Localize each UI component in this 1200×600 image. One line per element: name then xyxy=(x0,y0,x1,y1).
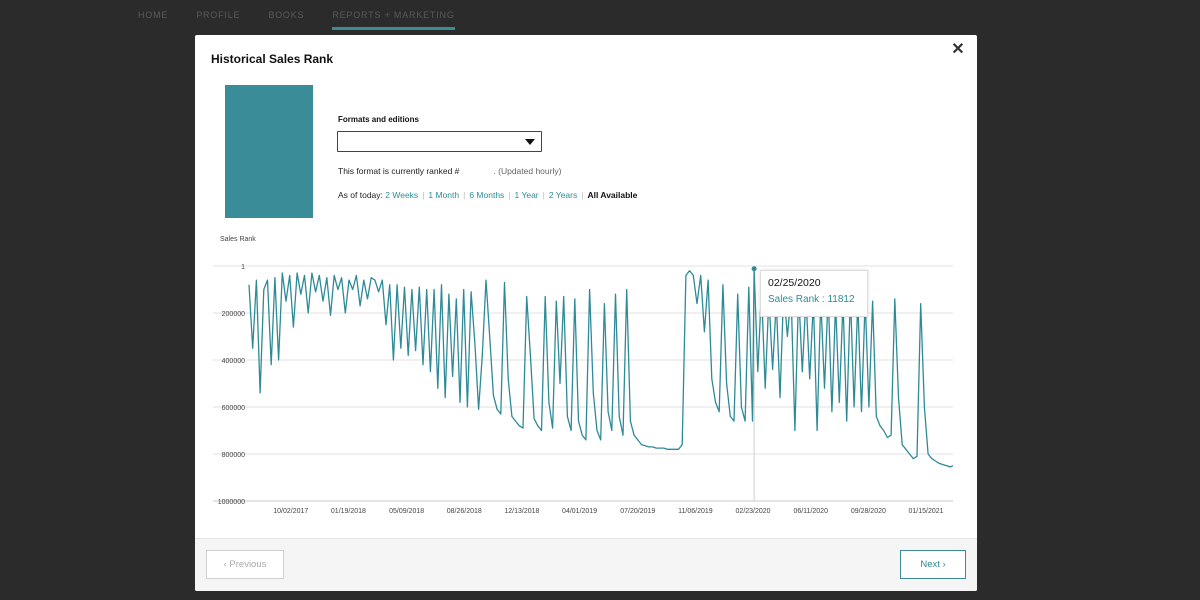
x-tick-label: 06/11/2020 xyxy=(793,508,828,515)
modal-footer: ‹ Previous Next › xyxy=(195,538,977,591)
x-tick-label: 12/13/2018 xyxy=(504,508,539,515)
x-tick-label: 01/19/2018 xyxy=(331,508,366,515)
book-cover xyxy=(225,85,313,218)
nav-reports-marketing[interactable]: REPORTS + MARKETING xyxy=(332,10,455,30)
close-icon[interactable]: ✕ xyxy=(949,41,967,59)
range-divider: | xyxy=(422,190,425,200)
range-divider: | xyxy=(463,190,466,200)
nav-home[interactable]: HOME xyxy=(138,10,168,30)
range-2-weeks[interactable]: 2 Weeks xyxy=(385,190,418,200)
range-all-available[interactable]: All Available xyxy=(587,190,637,200)
highlight-point xyxy=(751,266,757,272)
nav-profile[interactable]: PROFILE xyxy=(196,10,240,30)
format-select[interactable] xyxy=(337,131,542,152)
tooltip-date: 02/25/2020 xyxy=(768,277,821,289)
x-tick-label: 10/02/2017 xyxy=(273,508,308,515)
rank-suffix: . (Updated hourly) xyxy=(493,166,562,176)
x-tick-label: 02/23/2020 xyxy=(736,508,771,515)
top-navigation: HOME PROFILE BOOKS REPORTS + MARKETING xyxy=(138,10,455,30)
modal-title: Historical Sales Rank xyxy=(211,52,334,66)
y-tick-label: 1000000 xyxy=(218,499,245,506)
range-divider: | xyxy=(581,190,584,200)
y-tick-label: 1 xyxy=(241,264,245,271)
range-divider: | xyxy=(508,190,511,200)
as-of-label: As of today: xyxy=(338,190,383,200)
x-tick-label: 05/09/2018 xyxy=(389,508,424,515)
nav-books[interactable]: BOOKS xyxy=(268,10,304,30)
range-6-months[interactable]: 6 Months xyxy=(469,190,504,200)
x-tick-label: 01/15/2021 xyxy=(909,508,944,515)
y-axis-label: Sales Rank xyxy=(220,236,256,243)
y-tick-label: 200000 xyxy=(222,311,245,318)
next-button[interactable]: Next › xyxy=(900,550,966,579)
x-tick-label: 11/06/2019 xyxy=(678,508,713,515)
sales-rank-modal: Historical Sales Rank ✕ Formats and edit… xyxy=(195,35,977,591)
y-tick-label: 400000 xyxy=(222,358,245,365)
y-tick-label: 600000 xyxy=(222,405,245,412)
tooltip-rank: Sales Rank : 11812 xyxy=(768,294,855,305)
chevron-down-icon xyxy=(525,139,535,145)
previous-button[interactable]: ‹ Previous xyxy=(206,550,284,579)
rank-prefix: This format is currently ranked # xyxy=(338,166,460,176)
range-selector: As of today: 2 Weeks | 1 Month | 6 Months | 1 … xyxy=(338,190,637,200)
x-tick-label: 07/20/2019 xyxy=(620,508,655,515)
range-1-year[interactable]: 1 Year xyxy=(515,190,539,200)
sales-rank-chart[interactable]: Sales Rank 1 200000 400000 600000 800000 10000… xyxy=(195,230,977,530)
x-tick-label: 04/01/2019 xyxy=(562,508,597,515)
y-tick-label: 800000 xyxy=(222,452,245,459)
chart-tooltip: 02/25/2020 Sales Rank : 11812 xyxy=(760,270,868,317)
formats-label: Formats and editions xyxy=(338,115,419,124)
x-tick-label: 09/28/2020 xyxy=(851,508,886,515)
range-1-month[interactable]: 1 Month xyxy=(428,190,459,200)
range-2-years[interactable]: 2 Years xyxy=(549,190,577,200)
range-divider: | xyxy=(542,190,545,200)
x-tick-label: 08/26/2018 xyxy=(447,508,482,515)
current-rank-line: This format is currently ranked # . (Upda… xyxy=(338,166,561,176)
